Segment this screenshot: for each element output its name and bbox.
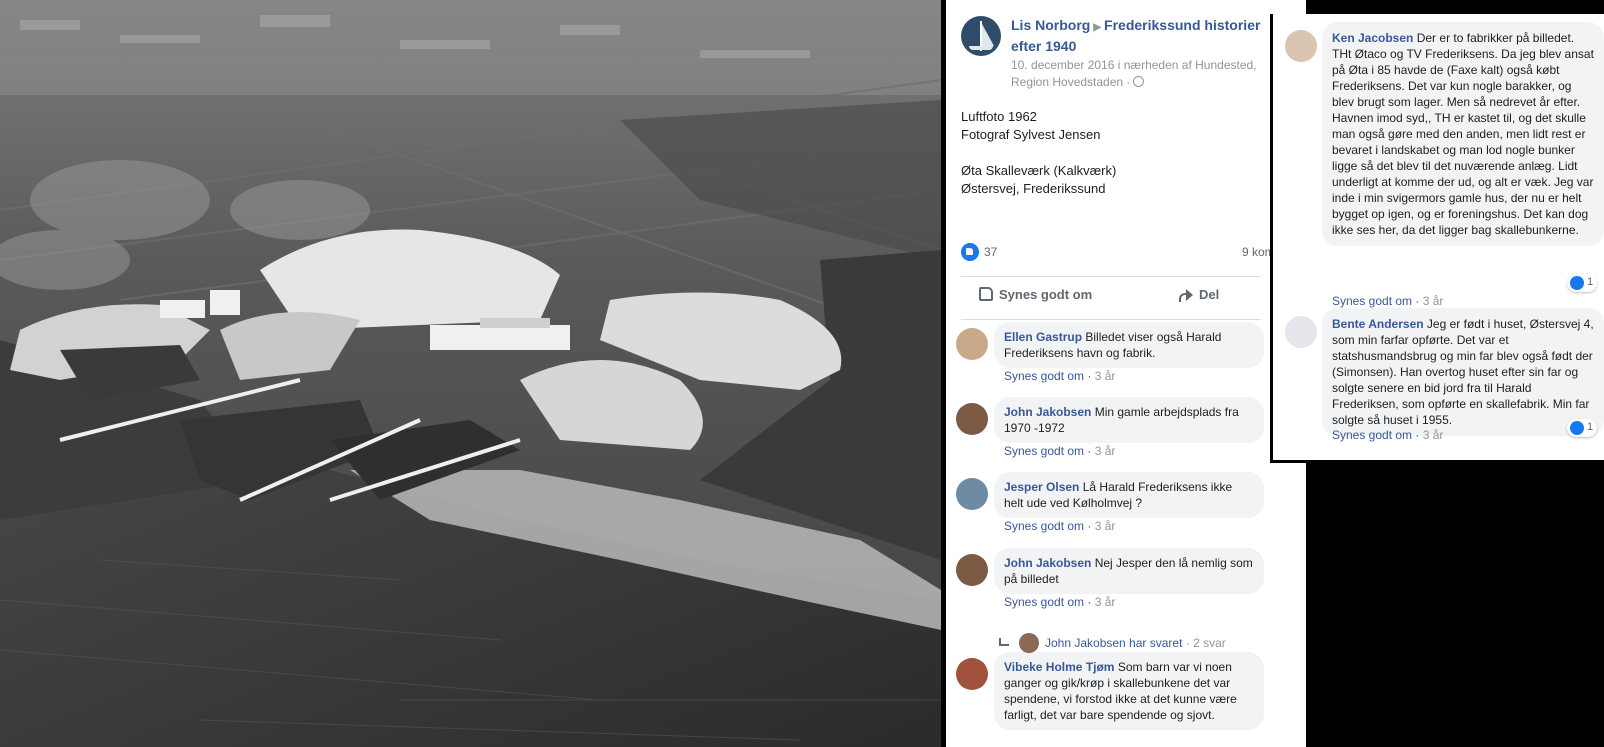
comment-bubble: Bente Andersen Jeg er født i huset, Øste… — [1322, 308, 1604, 436]
avatar[interactable] — [956, 658, 988, 690]
comment-bubble: John Jakobsen Nej Jesper den lå nemlig s… — [994, 548, 1264, 594]
post-meta: 10. december 2016 i nærheden af Hundeste… — [1011, 57, 1271, 91]
post-line: Luftfoto 1962 — [961, 109, 1037, 124]
like-count: 1 — [1587, 276, 1594, 288]
comment-actions: Synes godt om · 3 år — [1004, 595, 1116, 609]
thumbs-up-icon — [979, 287, 993, 301]
comment-author[interactable]: Vibeke Holme Tjøm — [1004, 660, 1114, 674]
comment-age[interactable]: 3 år — [1423, 428, 1444, 442]
avatar[interactable] — [956, 554, 988, 586]
aerial-photo[interactable] — [0, 0, 941, 747]
comment-actions: Synes godt om · 3 år — [1004, 519, 1116, 533]
comment-like-link[interactable]: Synes godt om — [1004, 369, 1084, 383]
comment-actions: Synes godt om · 3 år — [1004, 369, 1116, 383]
like-reaction-icon — [1570, 421, 1584, 435]
comment-author[interactable]: John Jakobsen — [1004, 405, 1091, 419]
reaction-count[interactable]: 37 — [984, 245, 997, 259]
share-arrow-icon — [1179, 288, 1193, 302]
avatar[interactable] — [956, 403, 988, 435]
comment-age[interactable]: 3 år — [1095, 519, 1116, 533]
globe-icon — [1133, 76, 1145, 87]
comment-author[interactable]: Ellen Gastrup — [1004, 330, 1082, 344]
comment-age[interactable]: 3 år — [1095, 369, 1116, 383]
like-reaction-icon — [1570, 276, 1584, 290]
comment-like-link[interactable]: Synes godt om — [1332, 428, 1412, 442]
reply-arrow-icon — [999, 638, 1009, 646]
comment-like-link[interactable]: Synes godt om — [1332, 294, 1412, 308]
comment-bubble: John Jakobsen Min gamle arbejdsplads fra… — [994, 397, 1264, 443]
post-location[interactable]: Region Hovedstaden · — [1011, 75, 1130, 89]
comment-bubble: Vibeke Holme Tjøm Som barn var vi noen g… — [994, 652, 1264, 730]
post-line: Øta Skalleværk (Kalkværk) — [961, 163, 1117, 178]
comment-age[interactable]: 3 år — [1095, 595, 1116, 609]
reactions-bar: 37 9 kommen — [961, 243, 1298, 263]
triangle-right-icon: ▶ — [1093, 22, 1102, 33]
comment-bubble: Ellen Gastrup Billedet viser også Harald… — [994, 322, 1264, 368]
reply-count: · 2 svar — [1185, 636, 1226, 650]
comment-author[interactable]: Ken Jacobsen — [1332, 31, 1413, 45]
comment-text: Der er to fabrikker på billedet. THt Øta… — [1332, 31, 1594, 237]
comment-age[interactable]: 3 år — [1423, 294, 1444, 308]
post-line: Fotograf Sylvest Jensen — [961, 127, 1101, 142]
comment-like-link[interactable]: Synes godt om — [1004, 595, 1084, 609]
post-panel: Lis Norborg ▶ Frederikssund historier efte… — [946, 0, 1306, 747]
avatar[interactable] — [1285, 30, 1317, 62]
comment-author[interactable]: Bente Andersen — [1332, 317, 1424, 331]
comment-like-link[interactable]: Synes godt om — [1004, 519, 1084, 533]
sailboat-avatar-icon[interactable] — [961, 16, 1001, 56]
comment-actions: Synes godt om · 3 år — [1332, 294, 1444, 308]
post-header: Lis Norborg ▶ Frederikssund historier efte… — [961, 14, 1300, 94]
comment-actions: Synes godt om · 3 år — [1004, 444, 1116, 458]
post-line: Østersvej, Frederikssund — [961, 181, 1106, 196]
avatar[interactable] — [956, 328, 988, 360]
like-reaction-icon[interactable] — [961, 243, 979, 261]
like-button[interactable]: Synes godt om — [979, 287, 1092, 302]
like-button-label: Synes godt om — [999, 287, 1093, 302]
avatar — [1019, 633, 1039, 653]
like-count: 1 — [1587, 421, 1594, 433]
reply-label: John Jakobsen har svaret — [1045, 636, 1183, 650]
author-link[interactable]: Lis Norborg — [1011, 17, 1090, 33]
post-title: Lis Norborg ▶ Frederikssund historier efte… — [1011, 16, 1271, 56]
avatar[interactable] — [1285, 316, 1317, 348]
post-actions: Synes godt om Del — [961, 276, 1261, 320]
share-button-label: Del — [1199, 287, 1220, 302]
comment-like-count[interactable]: 1 — [1567, 274, 1597, 292]
comment-author[interactable]: John Jakobsen — [1004, 556, 1091, 570]
comment-bubble: Jesper Olsen Lå Harald Frederiksens ikke… — [994, 472, 1264, 518]
aerial-photo-image — [0, 0, 941, 747]
comment-overlay: Ken Jacobsen Der er to fabrikker på bill… — [1270, 14, 1604, 463]
comment-like-link[interactable]: Synes godt om — [1004, 444, 1084, 458]
comment-like-count[interactable]: 1 — [1567, 419, 1597, 437]
comment-actions: Synes godt om · 3 år — [1332, 428, 1444, 442]
post-text: Luftfoto 1962 Fotograf Sylvest Jensen Øta… — [961, 108, 1281, 216]
share-button[interactable]: Del — [1179, 287, 1219, 302]
view-replies-link[interactable]: John Jakobsen har svaret · 2 svar — [999, 633, 1226, 653]
post-date[interactable]: 10. december 2016 i nærheden af Hundeste… — [1011, 57, 1271, 74]
avatar[interactable] — [956, 478, 988, 510]
comment-text: Jeg er født i huset, Østersvej 4, som mi… — [1332, 317, 1594, 427]
comment-age[interactable]: 3 år — [1095, 444, 1116, 458]
comment-bubble: Ken Jacobsen Der er to fabrikker på bill… — [1322, 22, 1604, 246]
comment-author[interactable]: Jesper Olsen — [1004, 480, 1079, 494]
